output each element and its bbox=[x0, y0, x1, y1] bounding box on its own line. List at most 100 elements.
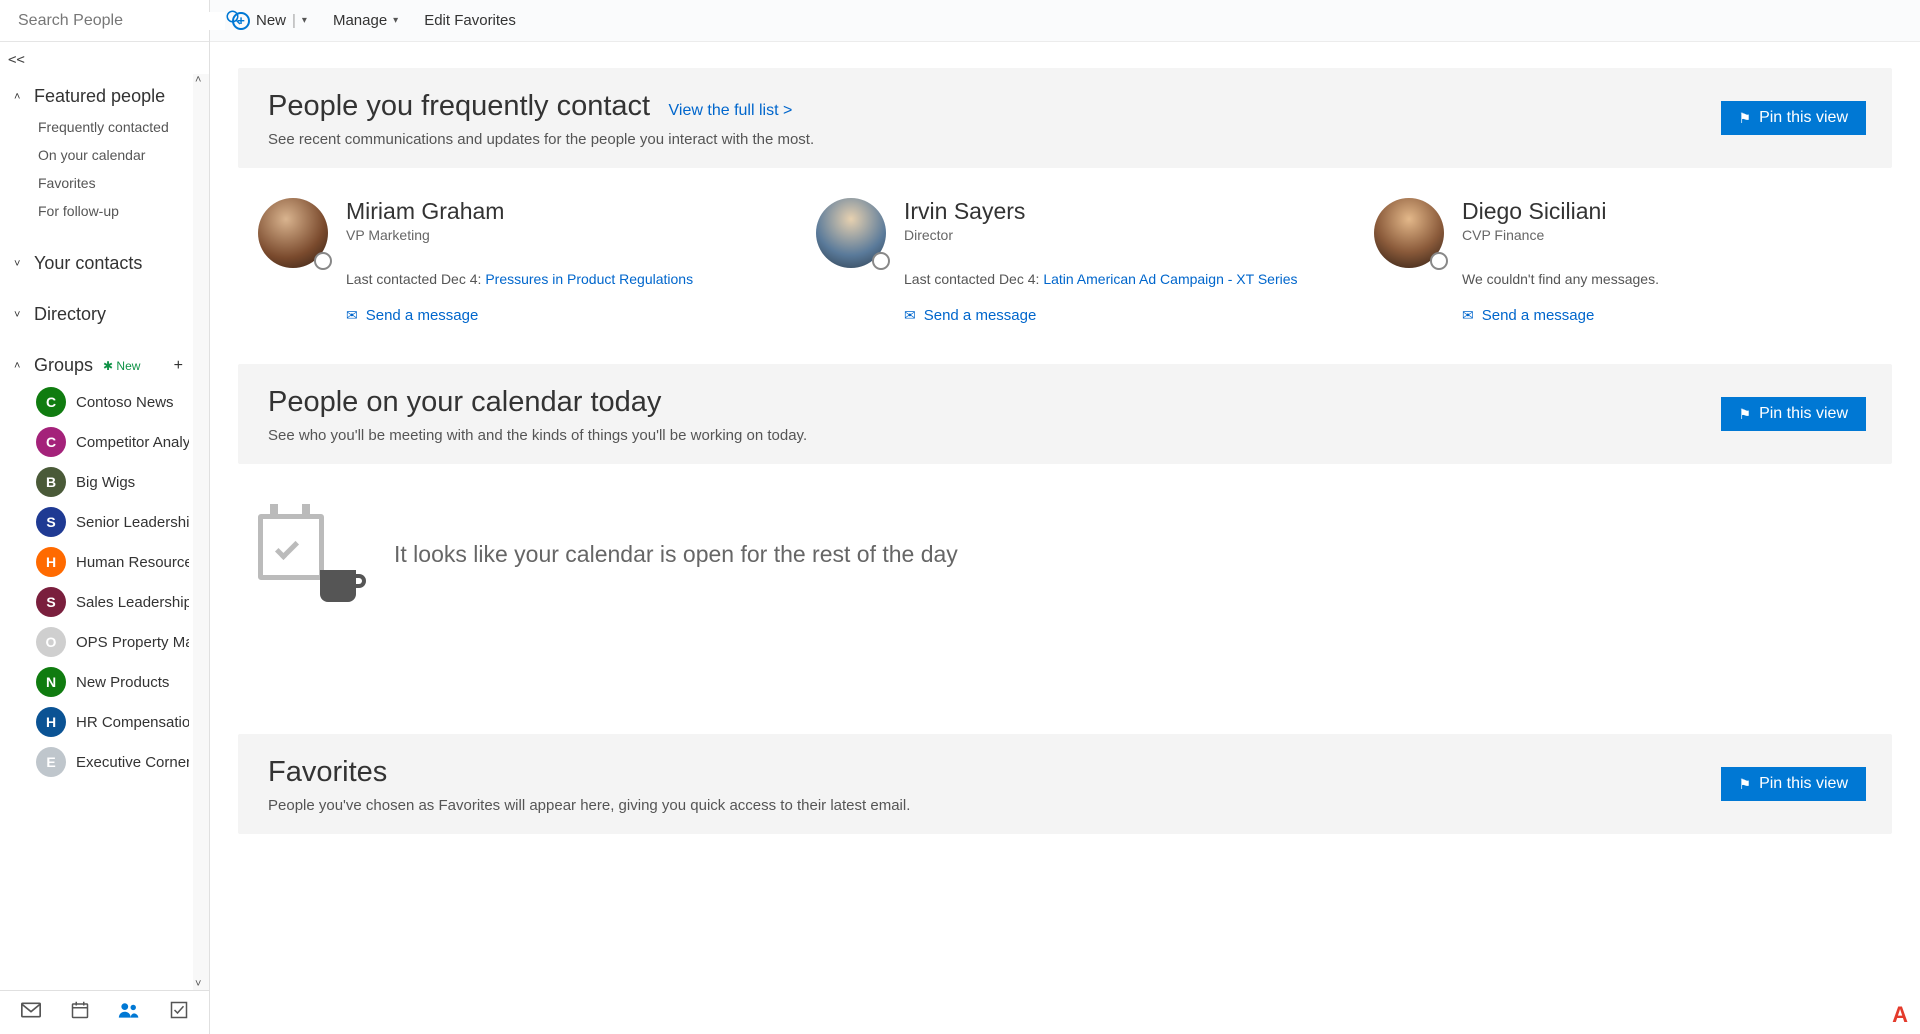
group-item[interactable]: B Big Wigs bbox=[0, 462, 193, 502]
edit-favorites-button[interactable]: Edit Favorites bbox=[424, 12, 516, 29]
directory-title: Directory bbox=[34, 304, 106, 325]
group-avatar: S bbox=[36, 587, 66, 617]
person-title: CVP Finance bbox=[1462, 227, 1659, 243]
mail-icon: ✉ bbox=[346, 307, 358, 324]
your-contacts-title: Your contacts bbox=[34, 253, 142, 274]
avatar-wrap bbox=[816, 198, 886, 268]
frequent-people-row: Miriam Graham VP Marketing Last contacte… bbox=[238, 188, 1892, 364]
chevron-down-icon: ˅ bbox=[14, 309, 28, 321]
group-label: Human Resources bbox=[76, 554, 189, 571]
frequent-panel-header: People you frequently contact View the f… bbox=[238, 68, 1892, 168]
search-input[interactable] bbox=[18, 12, 225, 30]
group-avatar: S bbox=[36, 507, 66, 537]
person-card[interactable]: Irvin Sayers Director Last contacted Dec… bbox=[816, 198, 1314, 324]
calendar-empty-state: It looks like your calendar is open for … bbox=[238, 484, 1892, 674]
group-item[interactable]: E Executive Corner bbox=[0, 742, 193, 782]
nav-for-follow-up[interactable]: For follow-up bbox=[0, 197, 193, 225]
tasks-icon[interactable] bbox=[170, 1001, 188, 1024]
group-label: Executive Corner bbox=[76, 754, 189, 771]
send-message-link[interactable]: ✉ Send a message bbox=[346, 307, 693, 324]
mail-icon: ✉ bbox=[1462, 307, 1474, 324]
chevron-down-icon: ˅ bbox=[14, 258, 28, 270]
person-card[interactable]: Miriam Graham VP Marketing Last contacte… bbox=[258, 198, 756, 324]
last-contacted: Last contacted Dec 4: Latin American Ad … bbox=[904, 271, 1298, 287]
nav-on-your-calendar[interactable]: On your calendar bbox=[0, 141, 193, 169]
your-contacts-header[interactable]: ˅ Your contacts bbox=[0, 243, 193, 280]
nav-favorites[interactable]: Favorites bbox=[0, 169, 193, 197]
scroll-up-icon[interactable]: ˄ bbox=[195, 74, 201, 86]
group-avatar: H bbox=[36, 547, 66, 577]
group-item[interactable]: S Sales Leadership bbox=[0, 582, 193, 622]
group-avatar: H bbox=[36, 707, 66, 737]
scroll-down-icon[interactable]: ˅ bbox=[195, 978, 201, 990]
people-icon[interactable] bbox=[118, 1001, 140, 1024]
group-avatar: E bbox=[36, 747, 66, 777]
pin-this-view-button[interactable]: ⚑ Pin this view bbox=[1721, 767, 1866, 801]
group-label: Competitor Analysis bbox=[76, 434, 189, 451]
collapse-sidebar-button[interactable]: << bbox=[0, 42, 209, 74]
groups-header[interactable]: ˄ Groups ✱ New + bbox=[0, 345, 193, 382]
new-button[interactable]: + New | ▾ bbox=[232, 12, 307, 30]
group-label: New Products bbox=[76, 674, 169, 691]
content: People you frequently contact View the f… bbox=[210, 42, 1920, 1034]
sidebar-nav: ˄ Featured people Frequently contacted O… bbox=[0, 74, 209, 990]
avatar-wrap bbox=[1374, 198, 1444, 268]
group-avatar: O bbox=[36, 627, 66, 657]
nav-frequently-contacted[interactable]: Frequently contacted bbox=[0, 113, 193, 141]
app-switcher bbox=[0, 990, 209, 1034]
add-group-icon[interactable]: + bbox=[174, 357, 183, 375]
send-message-label: Send a message bbox=[366, 307, 479, 324]
pin-label: Pin this view bbox=[1759, 109, 1848, 127]
presence-indicator bbox=[314, 252, 332, 270]
group-item[interactable]: O OPS Property Mana bbox=[0, 622, 193, 662]
new-label: New bbox=[256, 12, 286, 29]
groups-title: Groups bbox=[34, 355, 93, 376]
group-label: OPS Property Mana bbox=[76, 634, 189, 651]
favorites-subtext: People you've chosen as Favorites will a… bbox=[268, 797, 1862, 814]
sidebar: << ˄ Featured people Frequently contacte… bbox=[0, 0, 210, 1034]
person-card[interactable]: Diego Siciliani CVP Finance We couldn't … bbox=[1374, 198, 1872, 324]
mail-icon[interactable] bbox=[21, 1002, 41, 1023]
no-messages-text: We couldn't find any messages. bbox=[1462, 271, 1659, 287]
group-item[interactable]: CCompetitor Analysis bbox=[0, 422, 193, 462]
pin-icon: ⚑ bbox=[1739, 776, 1752, 793]
send-message-label: Send a message bbox=[1482, 307, 1595, 324]
pin-this-view-button[interactable]: ⚑ Pin this view bbox=[1721, 101, 1866, 135]
chevron-down-icon[interactable]: ▾ bbox=[302, 15, 307, 26]
last-contacted-link[interactable]: Pressures in Product Regulations bbox=[485, 271, 693, 287]
group-avatar: B bbox=[36, 467, 66, 497]
pin-icon: ⚑ bbox=[1739, 406, 1752, 423]
group-item[interactable]: N New Products bbox=[0, 662, 193, 702]
person-name: Miriam Graham bbox=[346, 198, 693, 225]
avatar-wrap bbox=[258, 198, 328, 268]
calendar-panel-header: People on your calendar today See who yo… bbox=[238, 364, 1892, 464]
brand-logo: A bbox=[1892, 1002, 1908, 1028]
manage-label: Manage bbox=[333, 12, 387, 29]
group-label: Big Wigs bbox=[76, 474, 135, 491]
group-label: Contoso News bbox=[76, 394, 174, 411]
group-avatar: N bbox=[36, 667, 66, 697]
presence-indicator bbox=[1430, 252, 1448, 270]
calendar-heading: People on your calendar today bbox=[268, 386, 661, 418]
calendar-icon[interactable] bbox=[71, 1001, 89, 1024]
manage-button[interactable]: Manage ▾ bbox=[333, 12, 398, 29]
sidebar-scrollbar[interactable]: ˄ ˅ bbox=[193, 74, 209, 990]
featured-people-header[interactable]: ˄ Featured people bbox=[0, 76, 193, 113]
group-label: Sales Leadership bbox=[76, 594, 189, 611]
directory-header[interactable]: ˅ Directory bbox=[0, 294, 193, 331]
group-item[interactable]: H Human Resources bbox=[0, 542, 193, 582]
group-item[interactable]: CContoso News bbox=[0, 382, 193, 422]
pin-this-view-button[interactable]: ⚑ Pin this view bbox=[1721, 397, 1866, 431]
new-badge: ✱ New bbox=[103, 359, 140, 373]
send-message-link[interactable]: ✉ Send a message bbox=[1462, 307, 1659, 324]
send-message-link[interactable]: ✉ Send a message bbox=[904, 307, 1298, 324]
last-contacted-link[interactable]: Latin American Ad Campaign - XT Series bbox=[1043, 271, 1297, 287]
person-title: Director bbox=[904, 227, 1298, 243]
pin-label: Pin this view bbox=[1759, 405, 1848, 423]
group-item[interactable]: SSenior Leadership T bbox=[0, 502, 193, 542]
view-full-list-link[interactable]: View the full list > bbox=[669, 102, 793, 119]
group-item[interactable]: HHR Compensation bbox=[0, 702, 193, 742]
chevron-up-icon: ˄ bbox=[14, 360, 28, 372]
search-row bbox=[0, 0, 209, 42]
search-icon[interactable] bbox=[225, 9, 243, 32]
